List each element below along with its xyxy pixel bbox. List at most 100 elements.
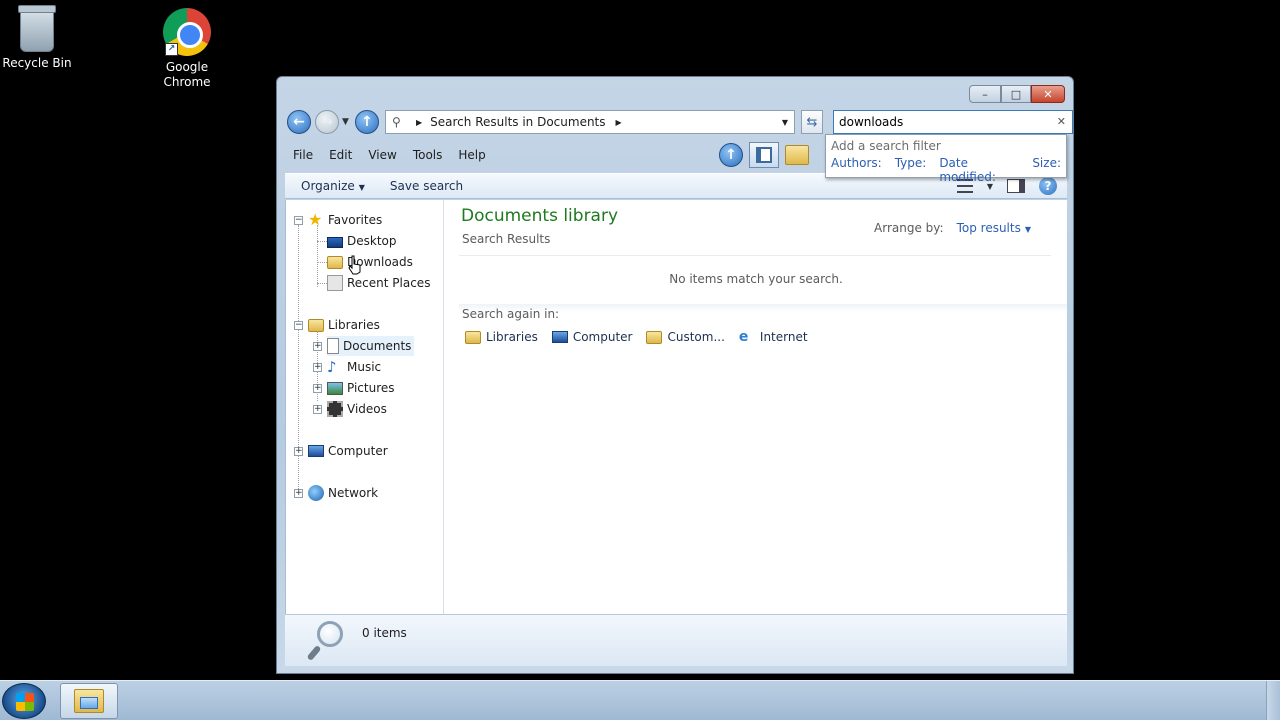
libraries-icon — [465, 330, 481, 344]
search-again-label-text: Computer — [572, 330, 633, 344]
navigation-bar: ← → ▼ ↑ ⚲ ▶ Search Results in Documents … — [285, 109, 1073, 135]
close-button[interactable]: ✕ — [1031, 85, 1065, 103]
network-icon — [308, 485, 324, 501]
nav-label: Libraries — [328, 318, 380, 332]
filter-date-modified[interactable]: Date modified: — [939, 156, 1019, 184]
library-title: Documents library — [461, 206, 619, 226]
breadcrumb-path[interactable]: Search Results in Documents — [430, 115, 605, 129]
search-again-libraries[interactable]: Libraries — [465, 330, 538, 344]
nav-label: Recent Places — [347, 276, 431, 290]
nav-label: Pictures — [347, 381, 395, 395]
search-box[interactable]: ✕ — [833, 110, 1073, 134]
arrange-by-label: Arrange by: — [874, 221, 944, 235]
refresh-icon: ⇆ — [806, 114, 818, 130]
nav-computer[interactable]: Computer — [308, 441, 388, 461]
menu-file[interactable]: File — [285, 148, 321, 162]
filter-authors[interactable]: Authors: — [831, 156, 882, 184]
pane-icon — [756, 147, 772, 163]
nav-videos[interactable]: Videos — [327, 399, 387, 419]
explorer-folder-icon — [74, 689, 104, 713]
expand-computer-toggle[interactable]: + — [294, 447, 303, 456]
organize-button[interactable]: Organize ▼ — [285, 179, 374, 193]
nav-recent-places[interactable]: Recent Places — [327, 273, 430, 293]
collapse-favorites-toggle[interactable]: − — [294, 216, 303, 225]
maximize-button[interactable]: □ — [1001, 85, 1031, 103]
desktop-icon-label: Recycle Bin — [2, 56, 72, 70]
nav-pictures[interactable]: Pictures — [327, 378, 395, 398]
recycle-bin-icon — [18, 5, 56, 52]
desktop-icon-recycle-bin[interactable]: Recycle Bin — [0, 5, 77, 71]
desktop-icon-google-chrome[interactable]: ↗ Google Chrome — [147, 8, 227, 90]
nav-favorites[interactable]: ★ Favorites — [308, 210, 382, 230]
desktop-icon-label: Google Chrome — [163, 60, 211, 89]
save-search-button[interactable]: Save search — [374, 179, 472, 193]
expand-videos-toggle[interactable]: + — [313, 405, 322, 414]
nav-network[interactable]: Network — [308, 483, 378, 503]
nav-desktop[interactable]: Desktop — [327, 231, 397, 251]
star-icon: ★ — [308, 210, 323, 229]
menu-tools[interactable]: Tools — [405, 148, 451, 162]
desktop-icon — [327, 236, 343, 248]
search-icon: ⚲ — [392, 115, 401, 129]
arrow-up-icon: ↑ — [361, 114, 373, 130]
results-pane: Documents library Search Results Arrange… — [445, 200, 1067, 614]
show-desktop-button[interactable] — [1266, 681, 1280, 720]
minimize-button[interactable]: – — [969, 85, 1001, 103]
expand-music-toggle[interactable]: + — [313, 363, 322, 372]
taskbar-explorer-button[interactable] — [60, 683, 118, 719]
recent-places-icon — [327, 275, 343, 291]
arrange-by: Arrange by: Top results ▼ — [874, 221, 1031, 235]
item-count: 0 items — [362, 626, 407, 640]
computer-icon — [551, 331, 568, 343]
nav-label: Music — [347, 360, 382, 374]
search-input[interactable] — [839, 115, 1049, 129]
nav-music[interactable]: ♪ Music — [327, 357, 381, 377]
arrange-by-dropdown[interactable]: Top results ▼ — [957, 221, 1031, 235]
menu-help[interactable]: Help — [450, 148, 493, 162]
nav-libraries[interactable]: Libraries — [308, 315, 380, 335]
search-again-internet[interactable]: e Internet — [739, 330, 808, 344]
expand-documents-toggle[interactable]: + — [313, 342, 322, 351]
menu-edit[interactable]: Edit — [321, 148, 360, 162]
menu-view[interactable]: View — [360, 148, 404, 162]
forward-button[interactable]: → — [315, 110, 339, 134]
chevron-down-icon: ▼ — [358, 183, 365, 192]
nav-label: Favorites — [328, 213, 383, 227]
navigation-pane-toggle[interactable] — [749, 142, 779, 168]
search-again-label-text: Internet — [759, 330, 808, 344]
folder-options-icon[interactable] — [785, 145, 809, 165]
arrow-left-icon: ← — [293, 114, 305, 130]
address-bar[interactable]: ⚲ ▶ Search Results in Documents ▶ ▼ — [385, 110, 795, 134]
library-subtitle: Search Results — [462, 232, 551, 246]
caption-buttons: – □ ✕ — [969, 85, 1065, 103]
navigation-pane: − ★ Favorites Desktop Downloads Recent P… — [286, 200, 444, 614]
search-again-label-text: Custom... — [667, 330, 725, 344]
up-button[interactable]: ↑ — [355, 110, 379, 134]
search-again-custom[interactable]: Custom... — [646, 330, 725, 344]
documents-icon — [327, 338, 339, 354]
music-note-icon: ♪ — [327, 358, 337, 376]
search-filter-popup: Add a search filter Authors: Type: Date … — [825, 134, 1067, 184]
breadcrumb-arrow-icon[interactable]: ▶ — [616, 118, 622, 127]
nav-label: Videos — [347, 402, 387, 416]
expand-pictures-toggle[interactable]: + — [313, 384, 322, 393]
back-button[interactable]: ← — [287, 110, 311, 134]
nav-label: Network — [328, 486, 379, 500]
filter-size[interactable]: Size: — [1032, 156, 1061, 184]
arrow-right-icon: → — [321, 114, 333, 130]
up-folder-icon[interactable]: ↑ — [719, 143, 743, 167]
filter-type[interactable]: Type: — [895, 156, 927, 184]
search-again-label: Search again in: — [462, 307, 560, 321]
recent-pages-dropdown[interactable]: ▼ — [342, 117, 349, 127]
collapse-libraries-toggle[interactable]: − — [294, 321, 303, 330]
address-dropdown-icon[interactable]: ▼ — [782, 118, 788, 127]
organize-label: Organize — [301, 179, 355, 193]
breadcrumb-arrow-icon[interactable]: ▶ — [416, 118, 422, 127]
nav-downloads[interactable]: Downloads — [327, 252, 413, 272]
clear-search-icon[interactable]: ✕ — [1057, 115, 1066, 128]
expand-network-toggle[interactable]: + — [294, 489, 303, 498]
nav-documents[interactable]: Documents — [327, 336, 415, 356]
refresh-button[interactable]: ⇆ — [801, 110, 823, 134]
search-again-computer[interactable]: Computer — [551, 330, 633, 344]
start-button[interactable] — [2, 683, 46, 719]
